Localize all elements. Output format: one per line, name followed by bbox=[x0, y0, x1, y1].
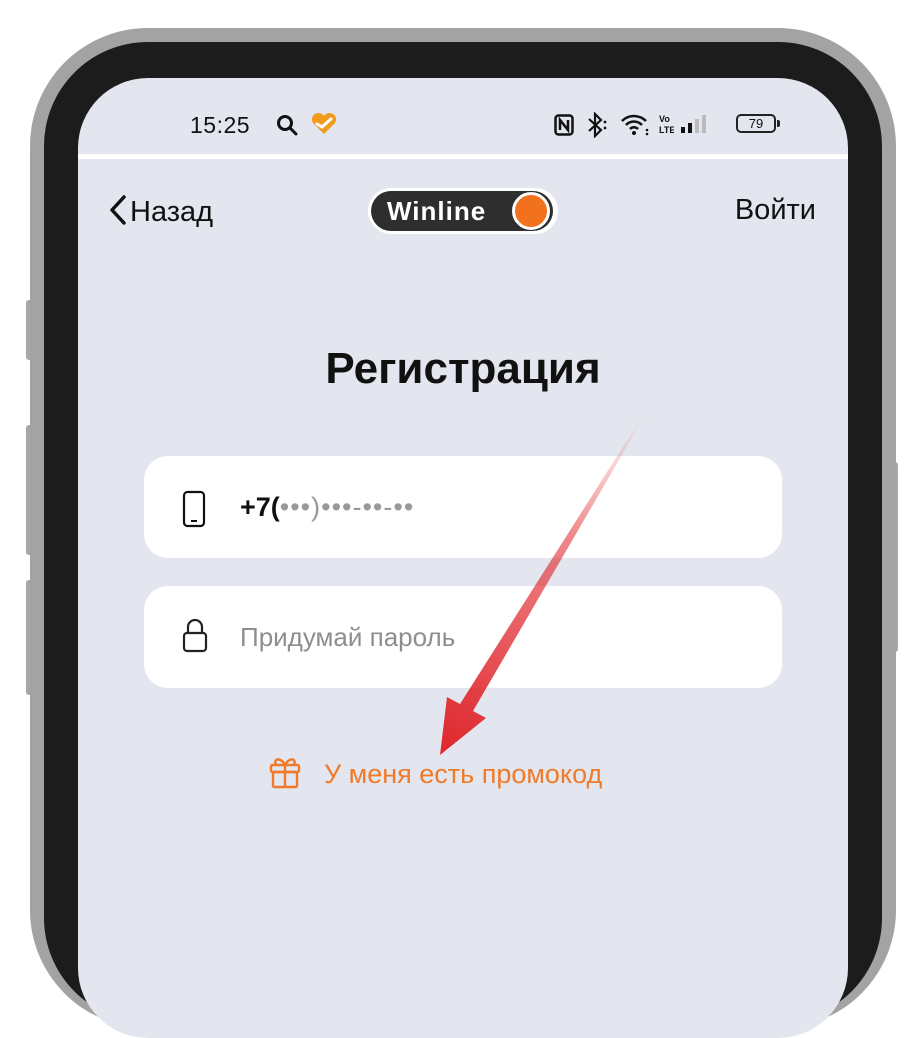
promo-label: У меня есть промокод bbox=[324, 759, 603, 789]
signal-icon bbox=[680, 114, 710, 139]
password-input[interactable] bbox=[240, 612, 740, 662]
svg-text:Vo: Vo bbox=[659, 114, 670, 124]
chevron-left-icon bbox=[108, 194, 128, 231]
heart-check-icon bbox=[310, 112, 338, 141]
back-label: Назад bbox=[130, 195, 214, 228]
phone-screen: 15:25 Vo LTE 79 Назад Winline Войти Реги… bbox=[78, 78, 848, 1038]
login-link[interactable]: Войти bbox=[735, 194, 816, 227]
password-field[interactable] bbox=[144, 586, 782, 688]
lock-icon bbox=[182, 616, 208, 659]
phone-mask: •••)•••-••-•• bbox=[279, 492, 415, 522]
page-title: Регистрация bbox=[325, 344, 601, 393]
status-bar: 15:25 Vo LTE 79 bbox=[78, 78, 848, 154]
nfc-icon bbox=[554, 114, 574, 141]
logo-text: Winline bbox=[387, 196, 487, 226]
phone-value: +7(•••)•••-••-•• bbox=[240, 492, 414, 523]
gift-icon bbox=[268, 754, 302, 795]
status-time: 15:25 bbox=[190, 112, 251, 138]
winline-logo: Winline bbox=[368, 188, 558, 234]
smartphone-icon bbox=[182, 490, 206, 533]
volte-icon: Vo LTE bbox=[658, 112, 675, 141]
bluetooth-icon bbox=[586, 111, 608, 143]
phone-field[interactable]: +7(•••)•••-••-•• bbox=[144, 456, 782, 558]
wifi-icon bbox=[620, 112, 650, 141]
svg-text:LTE: LTE bbox=[659, 125, 674, 135]
status-divider bbox=[78, 154, 848, 159]
search-icon bbox=[276, 114, 298, 141]
battery-indicator: 79 bbox=[736, 114, 780, 133]
logo-dot bbox=[512, 192, 550, 230]
promo-code-link[interactable]: У меня есть промокод bbox=[268, 754, 602, 795]
back-button[interactable]: Назад bbox=[108, 192, 213, 232]
phone-prefix: +7( bbox=[240, 492, 280, 522]
